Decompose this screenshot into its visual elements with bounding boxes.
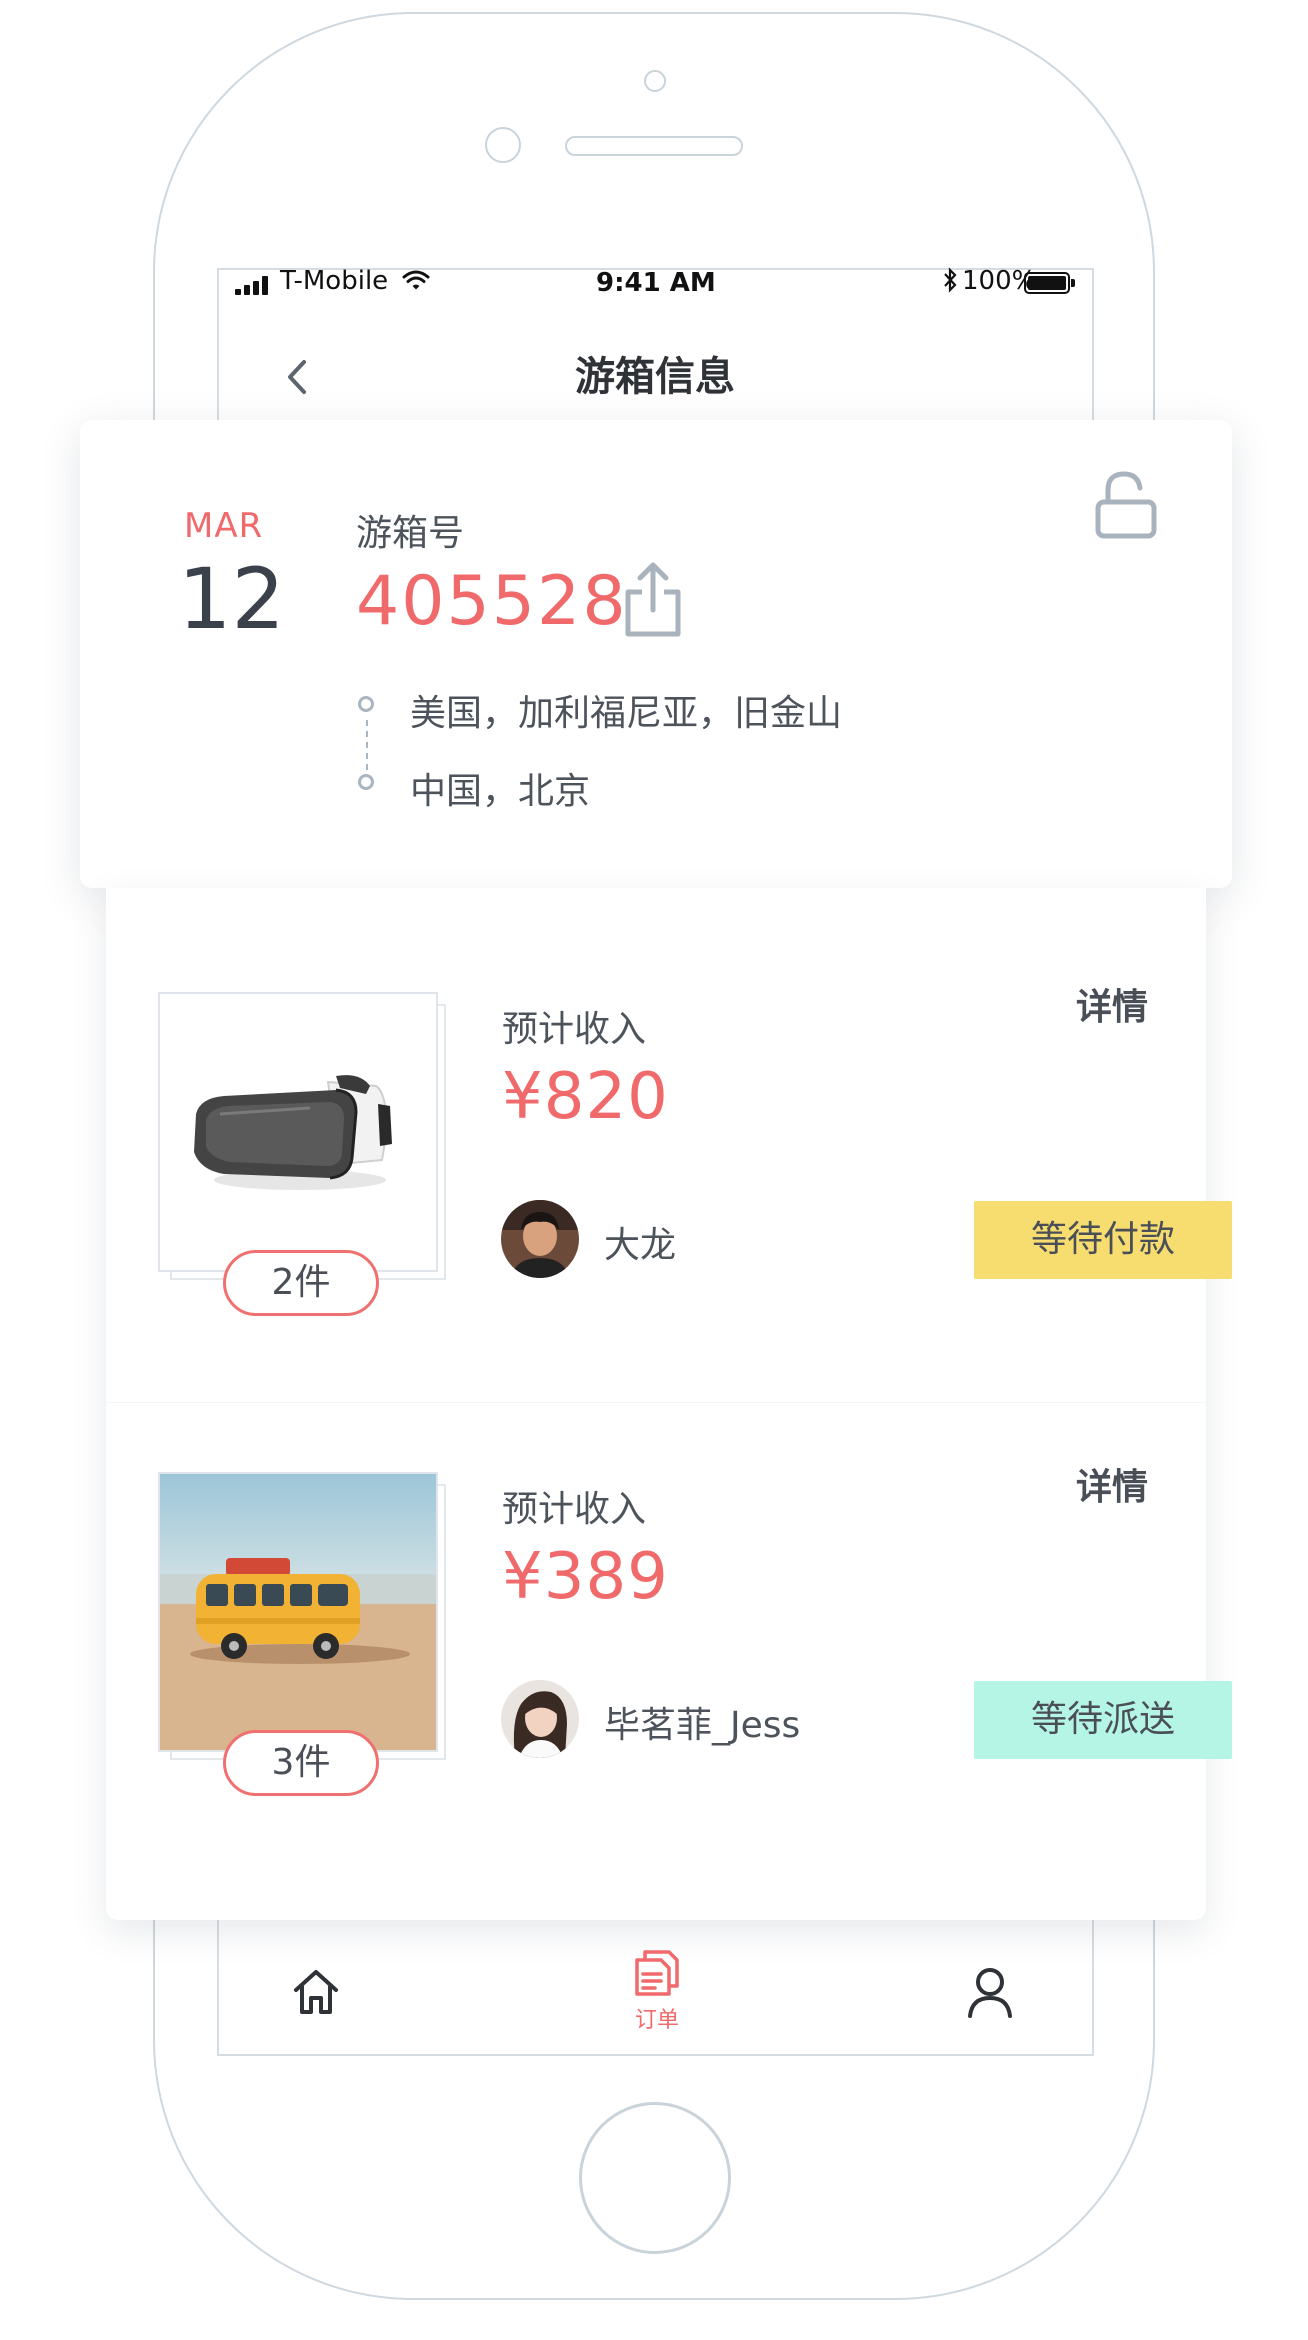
status-badge: 等待派送 <box>974 1681 1232 1759</box>
order-product-image[interactable] <box>158 992 438 1272</box>
box-month: MAR <box>184 506 264 546</box>
box-number: 405528 <box>356 562 628 641</box>
box-number-label: 游箱号 <box>356 513 465 554</box>
bluetooth-icon <box>944 267 957 293</box>
user-icon <box>968 1968 1012 2018</box>
unlock-icon[interactable] <box>1094 468 1158 540</box>
box-info-card <box>80 420 1232 888</box>
chevron-left-icon <box>288 360 306 394</box>
box-day: 12 <box>178 550 285 648</box>
share-icon[interactable] <box>620 560 686 640</box>
back-button[interactable] <box>282 352 322 402</box>
income-label: 预计收入 <box>502 1489 647 1530</box>
tab-home[interactable] <box>256 1966 376 2022</box>
home-icon <box>294 1970 338 2014</box>
phone-speaker <box>565 136 743 156</box>
page-title: 游箱信息 <box>575 354 735 400</box>
destination-location: 中国，北京 <box>410 771 591 812</box>
order-product-image[interactable] <box>158 1472 438 1752</box>
tab-orders[interactable]: 订单 <box>597 1948 717 2034</box>
phone-home-button[interactable] <box>579 2102 731 2254</box>
avatar[interactable] <box>501 1680 579 1758</box>
order-price: ¥389 <box>502 1540 669 1614</box>
order-username: 大龙 <box>604 1225 677 1266</box>
tab-orders-label: 订单 <box>634 2008 679 2033</box>
origin-location: 美国，加利福尼亚，旧金山 <box>410 693 843 734</box>
phone-sensor <box>644 70 666 92</box>
income-label: 预计收入 <box>502 1009 647 1050</box>
order-username: 毕茗菲_Jess <box>604 1705 801 1746</box>
battery-icon <box>1024 272 1070 294</box>
status-battery: 100% <box>942 266 1036 296</box>
wifi-icon <box>402 270 430 290</box>
order-divider <box>106 1402 1206 1403</box>
orders-icon <box>635 1950 679 1996</box>
details-link[interactable]: 详情 <box>1076 978 1148 1030</box>
battery-nub <box>1071 279 1075 287</box>
vr-headset-image <box>194 1075 392 1190</box>
avatar[interactable] <box>501 1200 579 1278</box>
phone-camera <box>485 127 521 163</box>
order-price: ¥820 <box>502 1060 669 1134</box>
quantity-badge: 3件 <box>223 1730 379 1796</box>
route-line <box>366 720 368 770</box>
user-avatar-image <box>501 1680 579 1758</box>
tab-profile[interactable] <box>930 1964 1050 2024</box>
user-avatar-image <box>501 1200 579 1278</box>
destination-dot <box>358 774 374 790</box>
toy-bus-image <box>160 1474 436 1750</box>
origin-dot <box>358 696 374 712</box>
quantity-badge: 2件 <box>223 1250 379 1316</box>
details-link[interactable]: 详情 <box>1076 1458 1148 1510</box>
status-time: 9:41 AM <box>596 268 716 298</box>
status-carrier: T-Mobile <box>280 266 430 296</box>
signal-icon <box>235 275 275 295</box>
status-badge: 等待付款 <box>974 1201 1232 1279</box>
